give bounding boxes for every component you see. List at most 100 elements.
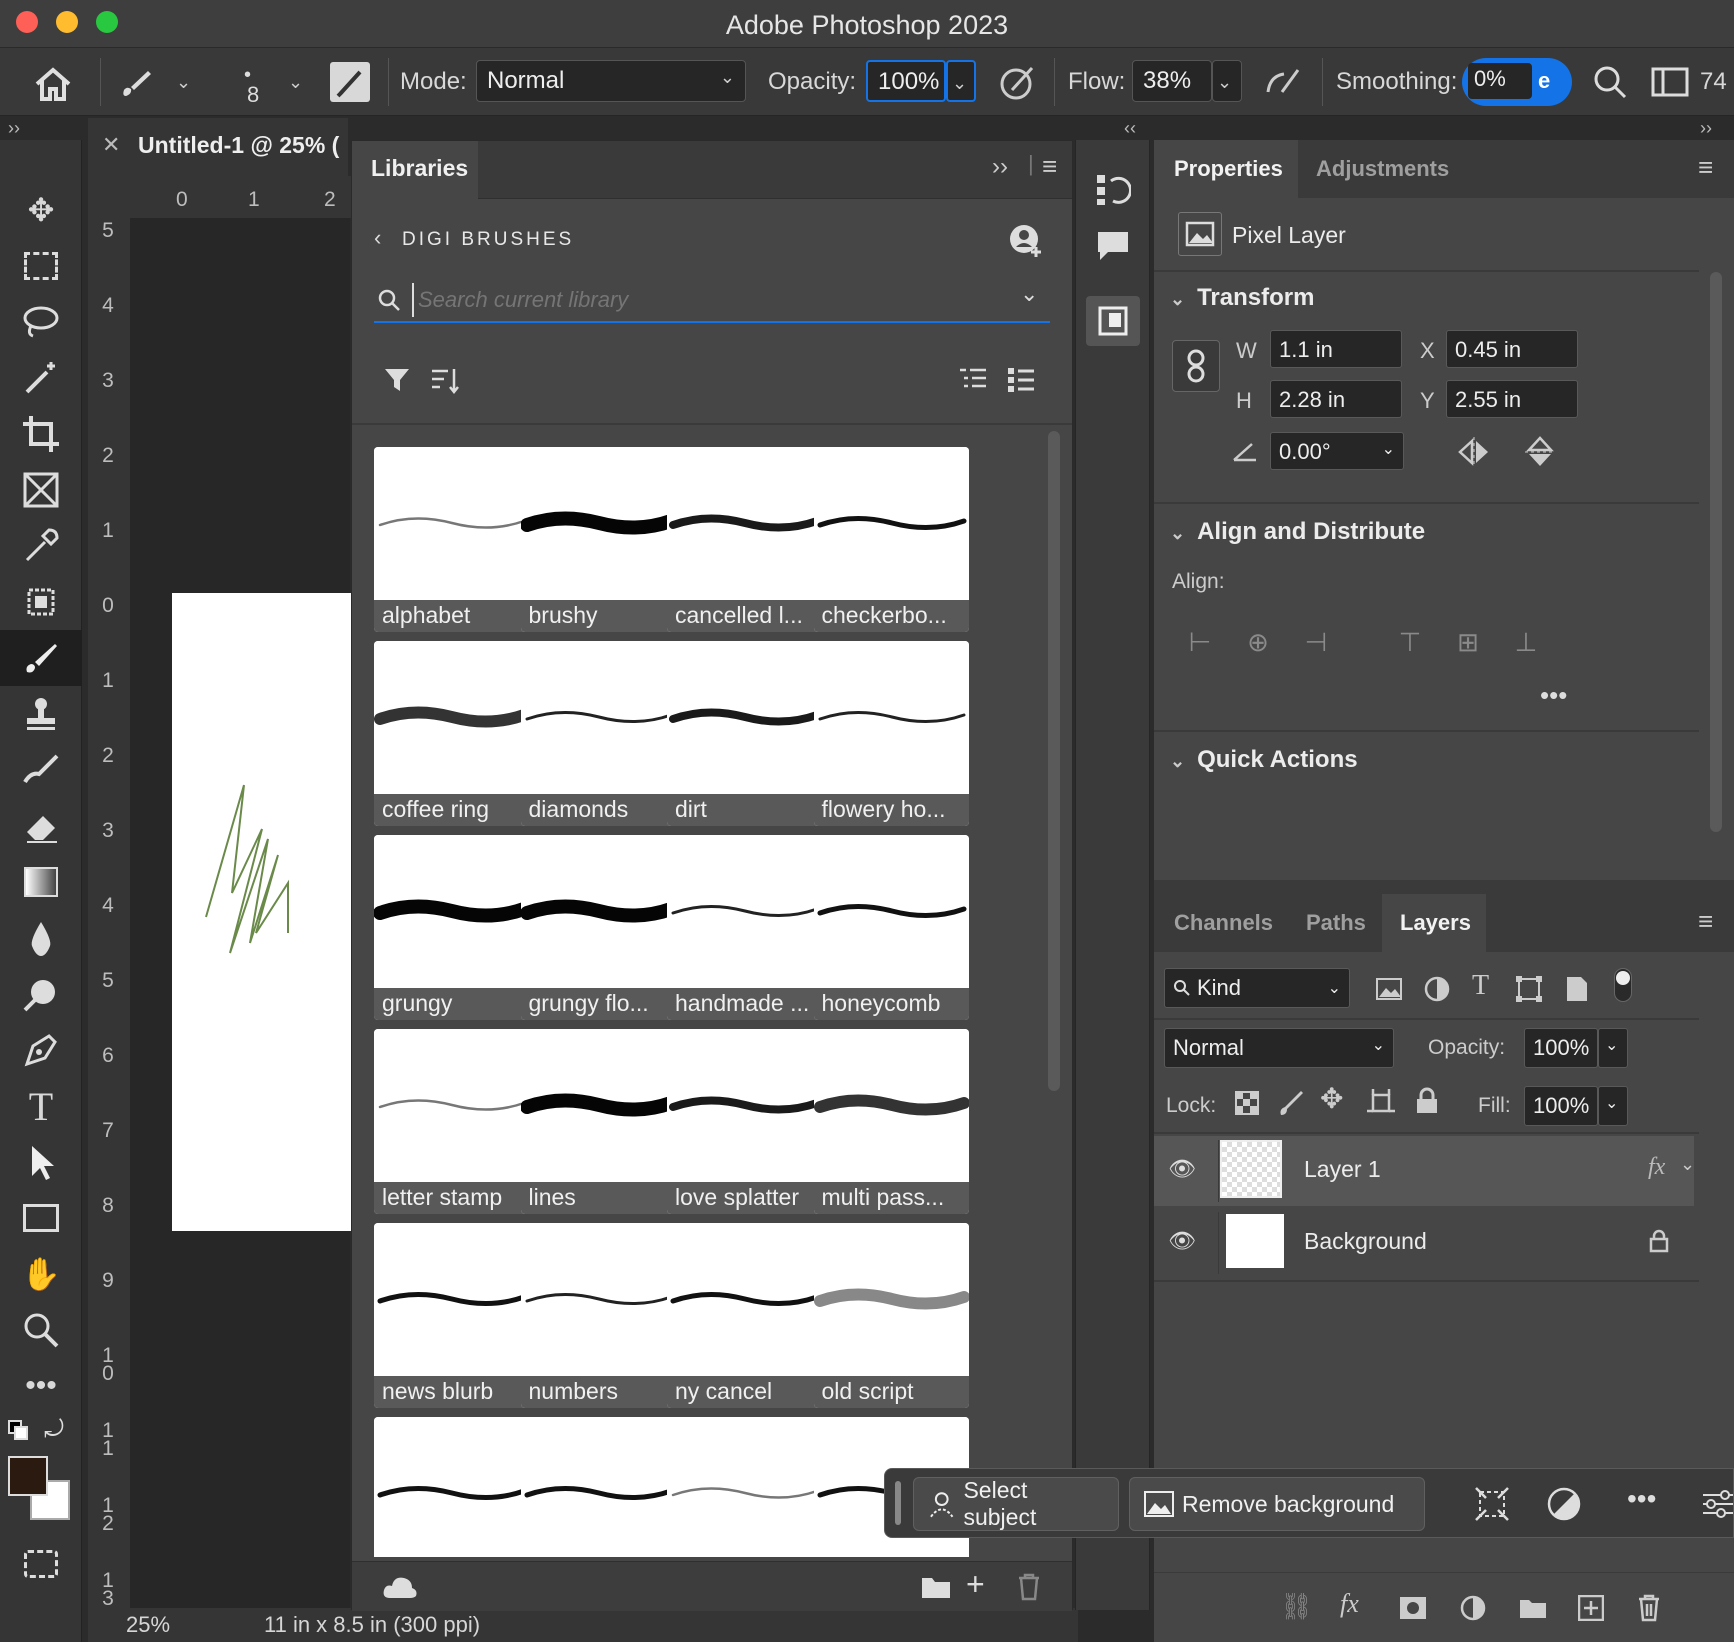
move-tool-icon[interactable]: ✥ xyxy=(0,182,82,238)
brush-tile[interactable]: handmade ... xyxy=(667,835,822,1020)
chevron-down-icon[interactable]: ⌄ xyxy=(1680,1154,1695,1175)
drag-handle[interactable] xyxy=(895,1481,901,1525)
brush-tile[interactable]: checkerbo... xyxy=(813,447,969,632)
filter-type-icon[interactable]: T xyxy=(1472,970,1489,1002)
more-tools-icon[interactable]: ••• xyxy=(0,1358,82,1414)
expand-toolbar-icon[interactable]: ›› xyxy=(8,118,20,139)
layer-opacity-input[interactable]: 100% xyxy=(1524,1028,1598,1068)
layer-row[interactable]: 👁 Layer 1 fx ⌄ xyxy=(1154,1136,1695,1206)
smoothing-input[interactable]: 0% xyxy=(1468,63,1532,99)
add-style-icon[interactable]: fx xyxy=(1340,1589,1359,1619)
y-input[interactable]: 2.55 in xyxy=(1446,380,1578,418)
brush-tile[interactable]: diamonds xyxy=(520,641,676,826)
eraser-tool-icon[interactable] xyxy=(0,798,82,854)
transform-section[interactable]: ⌄ Transform xyxy=(1170,284,1314,312)
type-tool-icon[interactable]: T xyxy=(0,1078,82,1134)
lock-position-icon[interactable]: ✥ xyxy=(1320,1082,1343,1115)
brush-tile[interactable]: honeycomb xyxy=(813,835,969,1020)
expand-panels-icon[interactable]: ›› xyxy=(1700,118,1712,139)
lock-image-icon[interactable] xyxy=(1274,1086,1308,1120)
brush-tile[interactable] xyxy=(374,1417,529,1557)
fill-input[interactable]: 100% xyxy=(1524,1086,1598,1126)
clone-stamp-tool-icon[interactable] xyxy=(0,686,82,742)
libraries-panel-icon[interactable] xyxy=(1086,296,1140,346)
tab-channels[interactable]: Channels xyxy=(1174,910,1273,936)
workspace-icon[interactable] xyxy=(1650,62,1690,102)
link-icon[interactable] xyxy=(1172,340,1220,392)
layer-filter-select[interactable]: Kind ⌄ xyxy=(1164,968,1350,1008)
invite-user-icon[interactable] xyxy=(1006,221,1046,261)
mode-select[interactable]: Normal ⌄ xyxy=(476,60,746,102)
brush-tile[interactable]: multi pass... xyxy=(813,1029,969,1214)
lock-all-icon[interactable] xyxy=(1410,1084,1444,1118)
align-top-icon[interactable]: ⊤ xyxy=(1390,622,1430,662)
history-panel-icon[interactable] xyxy=(1092,168,1134,210)
frame-tool-icon[interactable] xyxy=(0,462,82,518)
rectangle-tool-icon[interactable] xyxy=(0,1190,82,1246)
panel-menu-icon[interactable]: ≡ xyxy=(1042,151,1057,182)
filter-icon[interactable] xyxy=(380,363,414,397)
library-scrollbar[interactable] xyxy=(1048,431,1060,1091)
align-center-h-icon[interactable]: ⊕ xyxy=(1238,622,1278,662)
home-icon[interactable] xyxy=(28,62,78,106)
panel-menu-icon[interactable]: ≡ xyxy=(1698,152,1713,183)
library-search[interactable]: ⌄ xyxy=(374,277,1050,323)
opacity-input[interactable]: 100% xyxy=(866,60,946,102)
tab-paths[interactable]: Paths xyxy=(1306,910,1366,936)
brush-tile[interactable]: ny cancel xyxy=(667,1223,822,1408)
brush-tile[interactable]: letter stamp xyxy=(374,1029,529,1214)
align-bottom-icon[interactable]: ⊥ xyxy=(1506,622,1546,662)
gradient-tool-icon[interactable] xyxy=(0,854,82,910)
pen-tool-icon[interactable] xyxy=(0,1022,82,1078)
flip-horizontal-icon[interactable] xyxy=(1454,432,1494,472)
adjustment-layer-icon[interactable] xyxy=(1456,1591,1490,1625)
layer-thumbnail[interactable] xyxy=(1226,1214,1284,1268)
smoothing-control[interactable]: 0% e xyxy=(1462,58,1572,106)
brush-tile[interactable]: grungy xyxy=(374,835,529,1020)
detail-list-icon[interactable] xyxy=(1004,363,1038,397)
filter-shape-icon[interactable] xyxy=(1512,972,1546,1006)
swap-colors-icon[interactable]: ⤾ xyxy=(44,1416,64,1444)
sort-icon[interactable] xyxy=(428,363,462,397)
library-name[interactable]: DIGI BRUSHES xyxy=(402,229,574,251)
height-input[interactable]: 2.28 in xyxy=(1270,380,1402,418)
fill-dropdown[interactable]: ⌄ xyxy=(1598,1086,1628,1126)
chevron-down-icon[interactable]: ⌄ xyxy=(176,72,191,93)
layer-name[interactable]: Background xyxy=(1304,1228,1427,1255)
settings-sliders-icon[interactable] xyxy=(1697,1483,1734,1525)
brush-tile[interactable]: cancelled l... xyxy=(667,447,822,632)
airbrush-icon[interactable] xyxy=(1260,60,1306,104)
lock-artboard-icon[interactable] xyxy=(1364,1086,1398,1120)
layer-thumbnail[interactable] xyxy=(1220,1140,1282,1198)
lock-transparent-icon[interactable] xyxy=(1230,1086,1264,1120)
quick-mask-icon[interactable] xyxy=(0,1536,82,1592)
select-subject-button[interactable]: Select subject xyxy=(913,1477,1119,1531)
brush-settings-icon[interactable] xyxy=(330,62,370,102)
flow-input[interactable]: 38% xyxy=(1132,60,1212,102)
chevron-down-icon[interactable]: ⌄ xyxy=(1020,281,1038,307)
search-input[interactable] xyxy=(412,283,992,317)
filter-smart-object-icon[interactable] xyxy=(1560,972,1594,1006)
brush-tile[interactable]: brushy xyxy=(520,447,676,632)
more-options-icon[interactable]: ••• xyxy=(1540,680,1567,711)
brush-tile[interactable]: coffee ring xyxy=(374,641,529,826)
lasso-tool-icon[interactable] xyxy=(0,294,82,350)
brush-tile[interactable]: old script xyxy=(813,1223,969,1408)
x-input[interactable]: 0.45 in xyxy=(1446,330,1578,368)
close-icon[interactable]: ✕ xyxy=(102,132,120,158)
brush-tile[interactable] xyxy=(667,1417,822,1557)
brush-tool-icon[interactable] xyxy=(0,630,82,686)
path-selection-tool-icon[interactable] xyxy=(0,1134,82,1190)
folder-icon[interactable] xyxy=(916,1570,956,1604)
blend-mode-select[interactable]: Normal ⌄ xyxy=(1164,1028,1394,1068)
add-icon[interactable]: + xyxy=(966,1566,985,1603)
collapse-panel-icon[interactable]: ›› xyxy=(992,153,1008,181)
zoom-level[interactable]: 25% xyxy=(126,1612,170,1638)
opacity-dropdown[interactable]: ⌄ xyxy=(946,60,976,102)
more-options-icon[interactable]: ••• xyxy=(1627,1483,1656,1515)
marquee-tool-icon[interactable] xyxy=(0,238,82,294)
collapse-panels-icon[interactable]: ‹‹ xyxy=(1124,118,1136,139)
layer-row[interactable]: 👁 Background xyxy=(1154,1208,1694,1278)
layer-opacity-dropdown[interactable]: ⌄ xyxy=(1598,1028,1628,1068)
filter-pixel-icon[interactable] xyxy=(1372,972,1406,1006)
